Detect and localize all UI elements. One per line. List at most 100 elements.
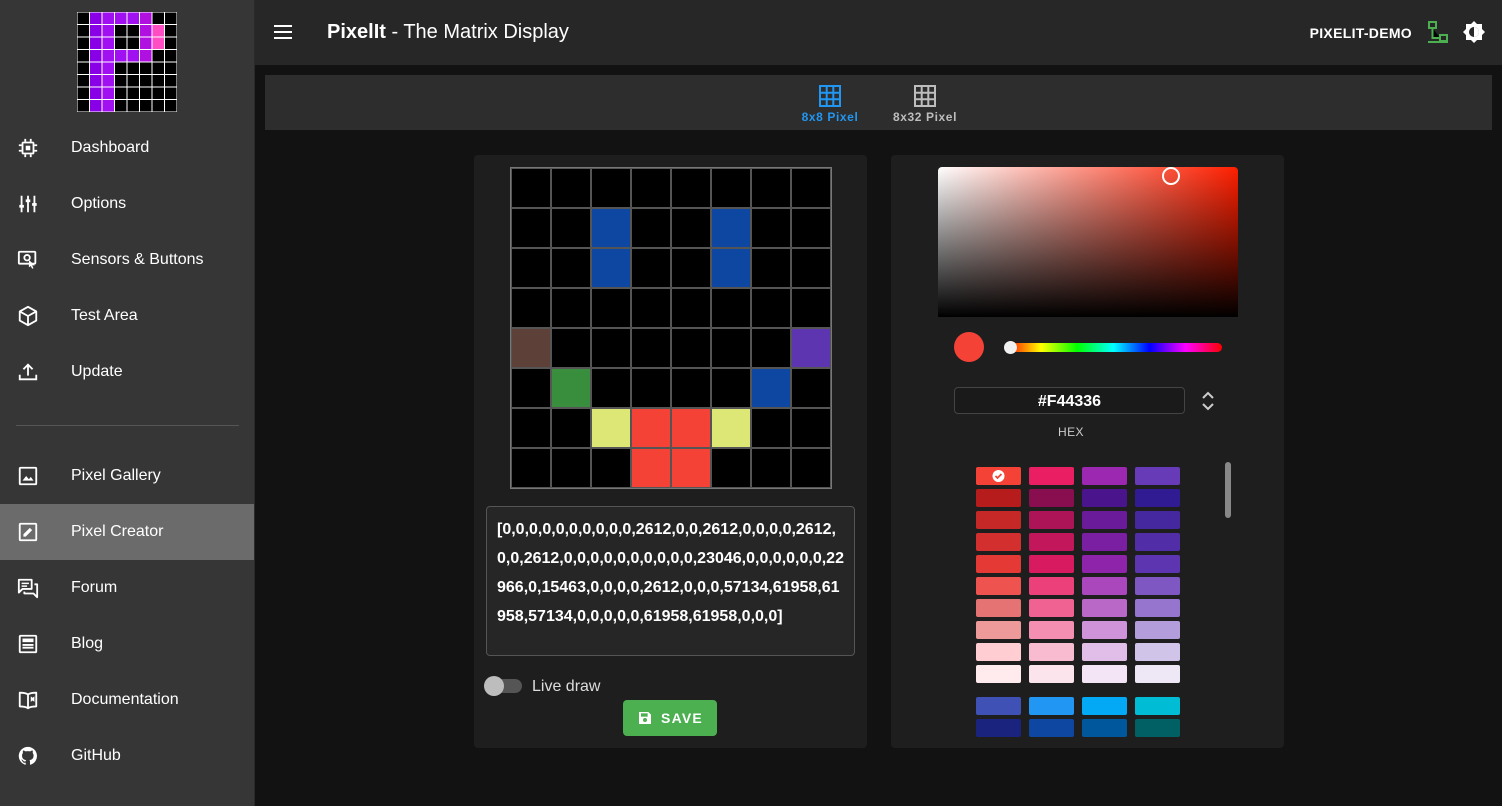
color-swatch[interactable] [1029, 697, 1074, 715]
pixel-cell[interactable] [672, 289, 710, 327]
pixel-cell[interactable] [752, 209, 790, 247]
color-swatch[interactable] [1029, 665, 1074, 683]
color-swatch[interactable] [1135, 621, 1180, 639]
unfold-icon[interactable] [1199, 391, 1217, 411]
color-swatch[interactable] [1029, 511, 1074, 529]
pixel-cell[interactable] [552, 249, 590, 287]
pixel-cell[interactable] [592, 169, 630, 207]
pixel-cell[interactable] [592, 289, 630, 327]
pixel-cell[interactable] [552, 409, 590, 447]
pixel-cell[interactable] [512, 409, 550, 447]
sidebar-item-pixel-creator[interactable]: Pixel Creator [0, 504, 254, 560]
color-swatch[interactable] [1082, 577, 1127, 595]
pixel-cell[interactable] [712, 289, 750, 327]
color-swatch[interactable] [1082, 697, 1127, 715]
pixel-cell[interactable] [512, 289, 550, 327]
pixel-cell[interactable] [632, 249, 670, 287]
pixel-cell[interactable] [792, 449, 830, 487]
pixel-cell[interactable] [592, 209, 630, 247]
color-swatch[interactable] [1082, 621, 1127, 639]
pixel-cell[interactable] [672, 329, 710, 367]
color-swatch[interactable] [1029, 467, 1074, 485]
pixel-cell[interactable] [752, 289, 790, 327]
hex-input[interactable]: #F44336 [954, 387, 1185, 414]
pixel-grid[interactable] [510, 167, 832, 489]
pixel-cell[interactable] [552, 329, 590, 367]
color-swatch[interactable] [976, 621, 1021, 639]
color-swatch[interactable] [1135, 665, 1180, 683]
pixel-cell[interactable] [752, 169, 790, 207]
hue-slider[interactable] [1004, 341, 1222, 354]
pixel-cell[interactable] [512, 209, 550, 247]
pixel-cell[interactable] [712, 209, 750, 247]
live-draw-switch[interactable] [484, 676, 522, 696]
pixel-cell[interactable] [592, 449, 630, 487]
sidebar-item-options[interactable]: Options [0, 176, 254, 232]
color-swatch[interactable] [1135, 489, 1180, 507]
pixel-cell[interactable] [592, 249, 630, 287]
color-swatch[interactable] [1082, 467, 1127, 485]
pixel-cell[interactable] [752, 449, 790, 487]
color-swatch[interactable] [976, 533, 1021, 551]
pixel-cell[interactable] [792, 209, 830, 247]
theme-toggle-icon[interactable] [1462, 20, 1486, 44]
color-swatch[interactable] [976, 467, 1021, 485]
pixel-cell[interactable] [512, 249, 550, 287]
pixel-cell[interactable] [632, 209, 670, 247]
pixel-cell[interactable] [632, 449, 670, 487]
color-swatch[interactable] [1135, 599, 1180, 617]
pixel-cell[interactable] [752, 369, 790, 407]
pixel-cell[interactable] [552, 449, 590, 487]
pixel-cell[interactable] [712, 369, 750, 407]
pixel-cell[interactable] [672, 169, 710, 207]
color-swatch[interactable] [1082, 511, 1127, 529]
pixel-cell[interactable] [792, 289, 830, 327]
color-swatch[interactable] [976, 665, 1021, 683]
color-swatch[interactable] [976, 697, 1021, 715]
color-swatch[interactable] [1082, 555, 1127, 573]
pixel-cell[interactable] [632, 169, 670, 207]
color-swatch[interactable] [976, 489, 1021, 507]
color-swatch[interactable] [1135, 643, 1180, 661]
color-swatch[interactable] [1029, 719, 1074, 737]
pixel-cell[interactable] [672, 409, 710, 447]
saturation-value-canvas[interactable] [938, 167, 1238, 317]
color-swatch[interactable] [976, 555, 1021, 573]
color-swatch[interactable] [1082, 665, 1127, 683]
color-swatch[interactable] [976, 511, 1021, 529]
pixel-cell[interactable] [552, 289, 590, 327]
pixel-cell[interactable] [712, 249, 750, 287]
color-swatch[interactable] [1082, 489, 1127, 507]
sidebar-item-github[interactable]: GitHub [0, 728, 254, 784]
color-swatch[interactable] [976, 599, 1021, 617]
pixel-cell[interactable] [672, 209, 710, 247]
color-swatch[interactable] [1029, 599, 1074, 617]
sidebar-item-forum[interactable]: Forum [0, 560, 254, 616]
color-swatch[interactable] [1135, 511, 1180, 529]
color-swatch[interactable] [976, 719, 1021, 737]
tab-8x8-pixel[interactable]: 8x8 Pixel [795, 75, 865, 130]
save-button[interactable]: SAVE [623, 700, 717, 736]
pixel-cell[interactable] [712, 409, 750, 447]
pixel-cell[interactable] [752, 409, 790, 447]
sv-handle[interactable] [1162, 167, 1180, 185]
color-swatch[interactable] [976, 643, 1021, 661]
sidebar-item-dashboard[interactable]: Dashboard [0, 120, 254, 176]
pixel-cell[interactable] [632, 329, 670, 367]
color-swatch[interactable] [1135, 467, 1180, 485]
color-swatch[interactable] [1082, 599, 1127, 617]
color-swatch[interactable] [1029, 533, 1074, 551]
hue-slider-thumb[interactable] [1004, 341, 1017, 354]
pixel-cell[interactable] [632, 369, 670, 407]
pixel-cell[interactable] [552, 169, 590, 207]
palette-scrollbar[interactable] [1225, 462, 1231, 518]
pixel-cell[interactable] [632, 289, 670, 327]
sidebar-item-pixel-gallery[interactable]: Pixel Gallery [0, 448, 254, 504]
pixel-cell[interactable] [712, 169, 750, 207]
pixel-cell[interactable] [632, 409, 670, 447]
color-swatch[interactable] [976, 577, 1021, 595]
color-swatch[interactable] [1082, 533, 1127, 551]
pixel-cell[interactable] [712, 449, 750, 487]
pixel-cell[interactable] [792, 329, 830, 367]
color-swatch[interactable] [1029, 643, 1074, 661]
